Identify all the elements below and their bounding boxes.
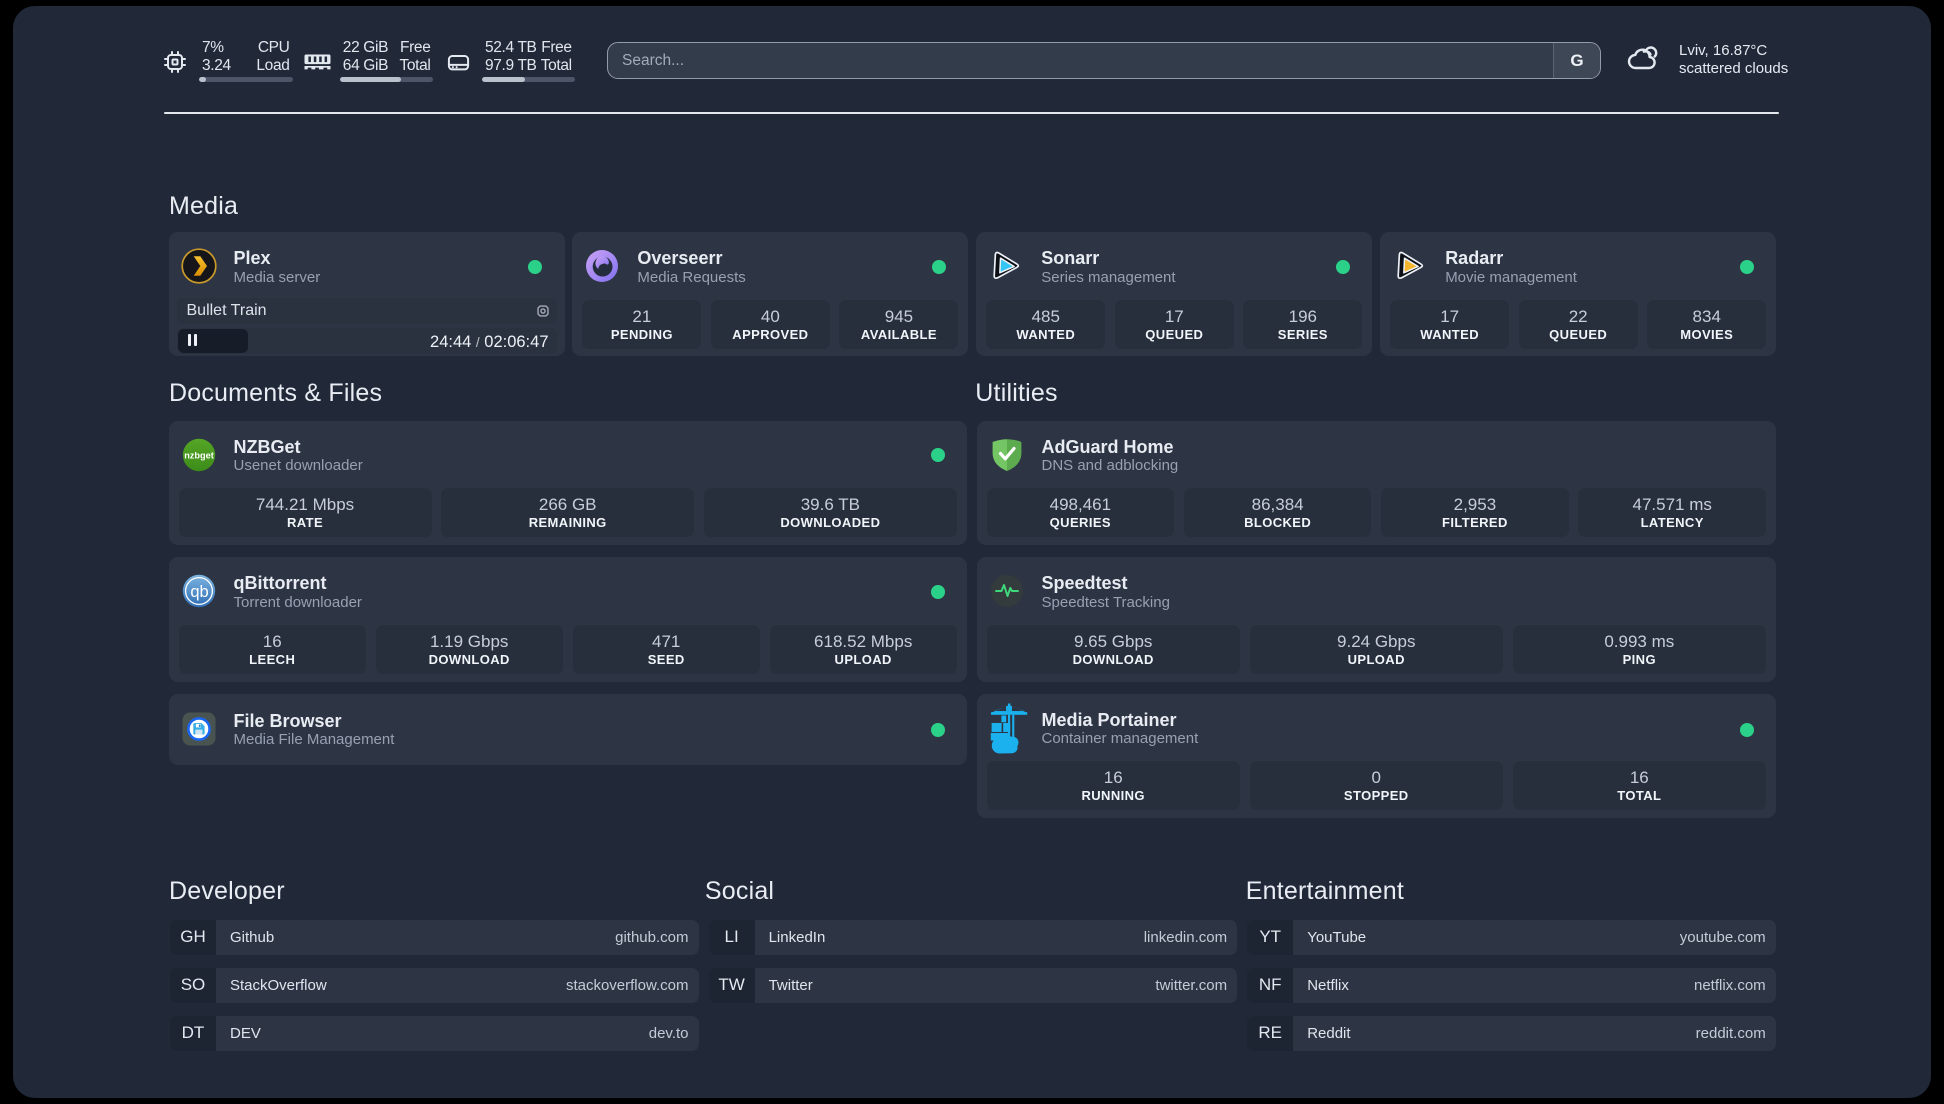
- svg-text:qb: qb: [190, 583, 208, 601]
- svg-text:nzbget: nzbget: [184, 450, 214, 460]
